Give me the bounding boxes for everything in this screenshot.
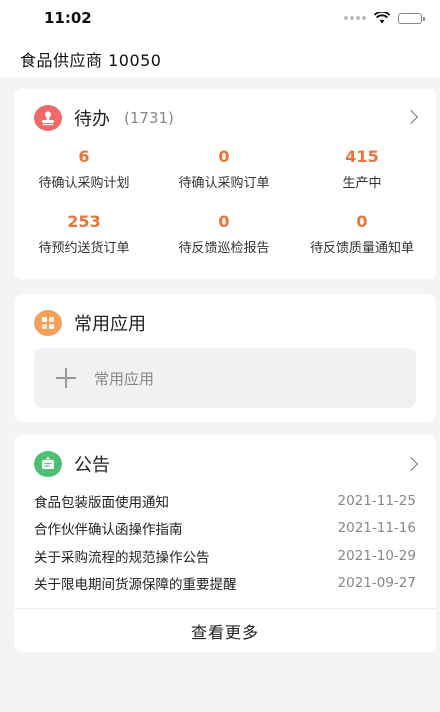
stat-pending-inspection-report[interactable]: 0 待反馈巡检报告	[154, 211, 294, 256]
stat-value: 0	[356, 212, 368, 231]
todo-card: 待办 (1731) 6 待确认采购计划 0 待确认采购订单 415 生产中 25…	[14, 89, 436, 279]
app-header: 食品供应商 10050	[0, 38, 440, 77]
stat-label: 待确认采购订单	[178, 176, 270, 191]
stat-value: 415	[345, 147, 379, 166]
wifi-icon	[374, 12, 390, 24]
stat-pending-delivery-booking[interactable]: 253 待预约送货订单	[14, 211, 154, 256]
stat-label: 待反馈质量通知单	[309, 241, 414, 256]
stat-label: 待反馈巡检报告	[178, 241, 270, 256]
apps-header: 常用应用	[34, 310, 146, 336]
add-common-app-button[interactable]: 常用应用	[34, 348, 416, 408]
list-item[interactable]: 合作伙伴确认函操作指南 2021-11-16	[34, 515, 416, 543]
list-item[interactable]: 食品包装版面使用通知 2021-11-25	[34, 487, 416, 515]
notice-item-title: 食品包装版面使用通知	[34, 494, 169, 511]
battery-icon	[398, 12, 425, 24]
stat-pending-purchase-order[interactable]: 0 待确认采购订单	[154, 146, 294, 191]
stat-pending-quality-notice[interactable]: 0 待反馈质量通知单	[292, 211, 432, 256]
todo-header[interactable]: 待办 (1731)	[34, 105, 174, 131]
cellular-signal-icon	[344, 16, 366, 20]
view-more-button[interactable]: 查看更多	[14, 609, 436, 652]
todo-count: (1731)	[124, 109, 174, 127]
apps-title: 常用应用	[74, 314, 146, 335]
status-time: 11:02	[44, 9, 92, 27]
notice-card: 公告 食品包装版面使用通知 2021-11-25 合作伙伴确认函操作指南 202…	[14, 435, 436, 652]
stat-value: 0	[218, 212, 230, 231]
chevron-right-icon[interactable]	[403, 456, 419, 472]
stat-value: 0	[218, 147, 230, 166]
stamp-icon	[34, 105, 62, 131]
notice-item-date: 2021-11-25	[337, 492, 416, 509]
notice-board-icon	[34, 451, 62, 477]
notice-item-title: 合作伙伴确认函操作指南	[34, 522, 183, 539]
grid-icon	[34, 310, 62, 336]
status-bar: 11:02	[0, 0, 440, 38]
plus-icon	[56, 368, 76, 388]
add-app-label: 常用应用	[94, 369, 155, 388]
common-apps-card: 常用应用 常用应用	[14, 294, 436, 422]
notice-item-date: 2021-09-27	[337, 575, 416, 592]
chevron-right-icon[interactable]	[403, 109, 419, 125]
notice-item-date: 2021-11-16	[337, 520, 416, 537]
stat-value: 6	[78, 147, 90, 166]
list-item[interactable]: 关于限电期间货源保障的重要提醒 2021-09-27	[34, 570, 416, 598]
supplier-title: 食品供应商 10050	[20, 51, 162, 70]
notice-title: 公告	[74, 455, 110, 476]
notice-header[interactable]: 公告	[34, 451, 110, 477]
stat-label: 待确认采购计划	[38, 176, 130, 191]
todo-title: 待办	[74, 109, 110, 130]
stat-label: 待预约送货订单	[38, 241, 130, 256]
notice-item-date: 2021-10-29	[337, 547, 416, 564]
stat-label: 生产中	[342, 176, 382, 191]
stat-in-production[interactable]: 415 生产中	[292, 146, 432, 191]
list-item[interactable]: 关于采购流程的规范操作公告 2021-10-29	[34, 542, 416, 570]
stat-value: 253	[67, 212, 101, 231]
notice-list: 食品包装版面使用通知 2021-11-25 合作伙伴确认函操作指南 2021-1…	[34, 487, 416, 597]
status-indicators	[344, 12, 425, 24]
notice-item-title: 关于限电期间货源保障的重要提醒	[34, 577, 237, 594]
notice-item-title: 关于采购流程的规范操作公告	[34, 549, 210, 566]
stat-pending-purchase-plan[interactable]: 6 待确认采购计划	[14, 146, 154, 191]
